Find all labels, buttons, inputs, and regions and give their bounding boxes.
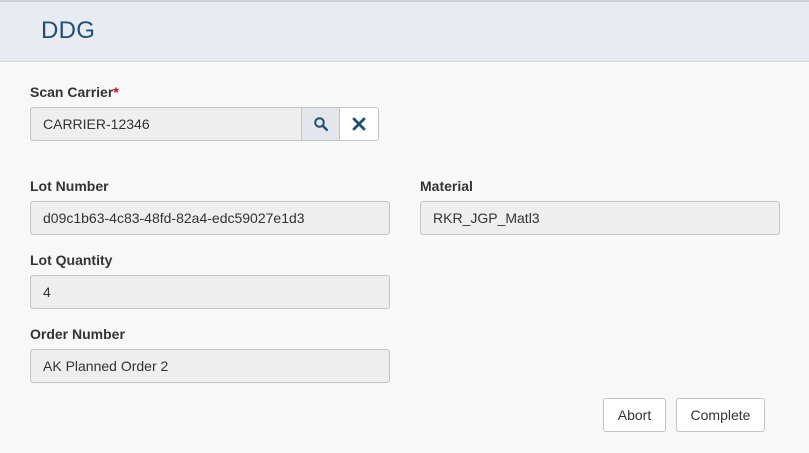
search-icon [313, 117, 328, 132]
required-marker: * [113, 84, 119, 100]
page-header: DDG [0, 2, 809, 62]
lot-quantity-label: Lot Quantity [30, 252, 113, 268]
scan-carrier-label-text: Scan Carrier [30, 84, 114, 100]
order-number-field: AK Planned Order 2 [30, 349, 390, 383]
scan-carrier-input[interactable]: CARRIER-12346 [30, 107, 302, 141]
scan-carrier-label: Scan Carrier* [30, 84, 119, 100]
lot-number-field: d09c1b63-4c83-48fd-82a4-edc59027e1d3 [30, 201, 390, 235]
order-number-label: Order Number [30, 326, 125, 342]
material-field: RKR_JGP_Matl3 [420, 201, 780, 235]
abort-button[interactable]: Abort [603, 398, 666, 432]
lot-quantity-field: 4 [30, 275, 390, 309]
complete-button[interactable]: Complete [676, 398, 765, 432]
material-label: Material [420, 178, 473, 194]
close-icon [352, 117, 366, 131]
lot-number-label: Lot Number [30, 178, 109, 194]
scan-carrier-clear-button[interactable] [340, 107, 379, 141]
scan-carrier-search-button[interactable] [301, 107, 340, 141]
scan-carrier-group: CARRIER-12346 [30, 107, 380, 141]
page-title: DDG [41, 17, 96, 44]
app-frame: DDG Scan Carrier* CARRIER-12346 Lot Numb… [0, 0, 809, 453]
